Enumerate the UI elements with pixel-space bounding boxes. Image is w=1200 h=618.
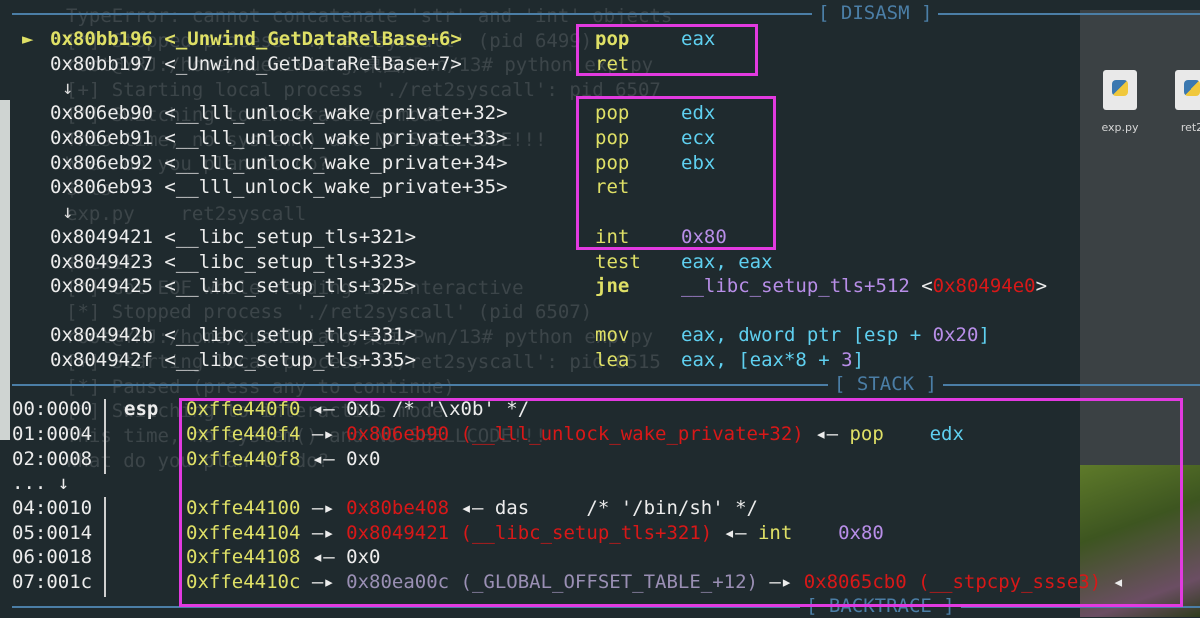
desktop-file-label: exp.py xyxy=(1101,121,1139,134)
operand-segment: ] xyxy=(978,324,990,346)
operand-segment: eax, [eax*8 + xyxy=(681,349,842,371)
disasm-address: 0x80bb196 <_Unwind_GetDataRelBase+6> xyxy=(50,28,462,50)
disasm-operands: eax, [eax*8 + 3] xyxy=(681,348,864,373)
disasm-address: 0x806eb90 <__lll_unlock_wake_private+32> xyxy=(50,102,508,124)
operand-segment: 3 xyxy=(841,349,853,371)
stack-offset: 06:0018 xyxy=(12,546,93,568)
desktop-file-exp-py[interactable]: exp.py xyxy=(1090,70,1150,141)
stack-header: [ STACK ] xyxy=(828,372,943,396)
operand-segment: eax, eax xyxy=(681,251,773,273)
disasm-mnemonic: jne xyxy=(595,275,630,297)
disasm-header: [ DISASM ] xyxy=(812,1,939,25)
disasm-operands: __libc_setup_tls+512 <0x80494e0> xyxy=(681,274,1047,299)
disasm-address: 0x806eb91 <__lll_unlock_wake_private+33> xyxy=(50,127,508,149)
operand-segment: 0x20 xyxy=(932,324,979,346)
down-arrow-icon: ↓ xyxy=(62,201,74,223)
disasm-address: 0x8049423 <__libc_setup_tls+323> xyxy=(50,251,417,273)
highlight-box-stack-payload xyxy=(179,398,1183,607)
disasm-address: 0x80bb197 <_Unwind_GetDataRelBase+7> xyxy=(50,53,462,75)
highlight-box-gadget-chain xyxy=(576,96,776,250)
operand-segment: ] xyxy=(852,349,865,371)
operand-segment: eax, dword ptr [esp + xyxy=(681,324,933,346)
disasm-address: 0x806eb92 <__lll_unlock_wake_private+34> xyxy=(50,152,508,174)
operand-segment: > xyxy=(1035,275,1048,297)
desktop-file-label: ret2 xyxy=(1180,121,1200,134)
stack-offset: 04:0010 xyxy=(12,497,93,519)
disasm-mnemonic: mov xyxy=(595,324,630,346)
background-window-edge xyxy=(0,100,10,440)
highlight-box-pop-eax xyxy=(576,24,758,76)
disasm-operands: eax, eax xyxy=(681,250,773,275)
operand-segment: 0x80494e0 xyxy=(932,275,1036,297)
disasm-header-rule: [ DISASM ] xyxy=(0,1,1200,25)
disasm-address: 0x8049425 <__libc_setup_tls+325> xyxy=(50,275,417,297)
disasm-address: 0x8049421 <__libc_setup_tls+321> xyxy=(50,226,417,248)
disasm-address: 0x806eb93 <__lll_unlock_wake_private+35> xyxy=(50,176,508,198)
disasm-mnemonic: test xyxy=(595,251,641,273)
stack-indent-bar xyxy=(104,399,106,474)
stack-indent-bar xyxy=(104,497,106,597)
disasm-mnemonic: lea xyxy=(595,349,630,371)
stack-offset: 07:001c xyxy=(12,571,93,593)
desktop-file-ret2syscall[interactable]: ret2 xyxy=(1162,70,1200,141)
file-icon xyxy=(1175,70,1200,110)
operand-segment: __libc_setup_tls+512 xyxy=(681,275,910,297)
stack-header-rule: [ STACK ] xyxy=(0,372,1200,396)
disasm-address: 0x804942f <__libc_setup_tls+335> xyxy=(50,349,417,371)
stack-offset: 05:0014 xyxy=(12,522,93,544)
desktop-background: exp.py ret2 xyxy=(1080,10,1200,465)
stack-offset: 02:0008 xyxy=(12,448,93,470)
current-instruction-arrow-icon: ► xyxy=(22,28,34,50)
esp-register-label: esp xyxy=(124,398,159,420)
disasm-address: 0x804942b <__libc_setup_tls+331> xyxy=(50,324,417,346)
stack-offset: ... ↓ xyxy=(12,472,70,494)
down-arrow-icon: ↓ xyxy=(62,77,74,99)
operand-segment: < xyxy=(909,275,933,297)
stack-offset: 00:0000 xyxy=(12,398,93,420)
disasm-operands: eax, dword ptr [esp + 0x20] xyxy=(681,323,990,348)
python-file-icon xyxy=(1103,70,1137,110)
stack-offset: 01:0004 xyxy=(12,423,93,445)
